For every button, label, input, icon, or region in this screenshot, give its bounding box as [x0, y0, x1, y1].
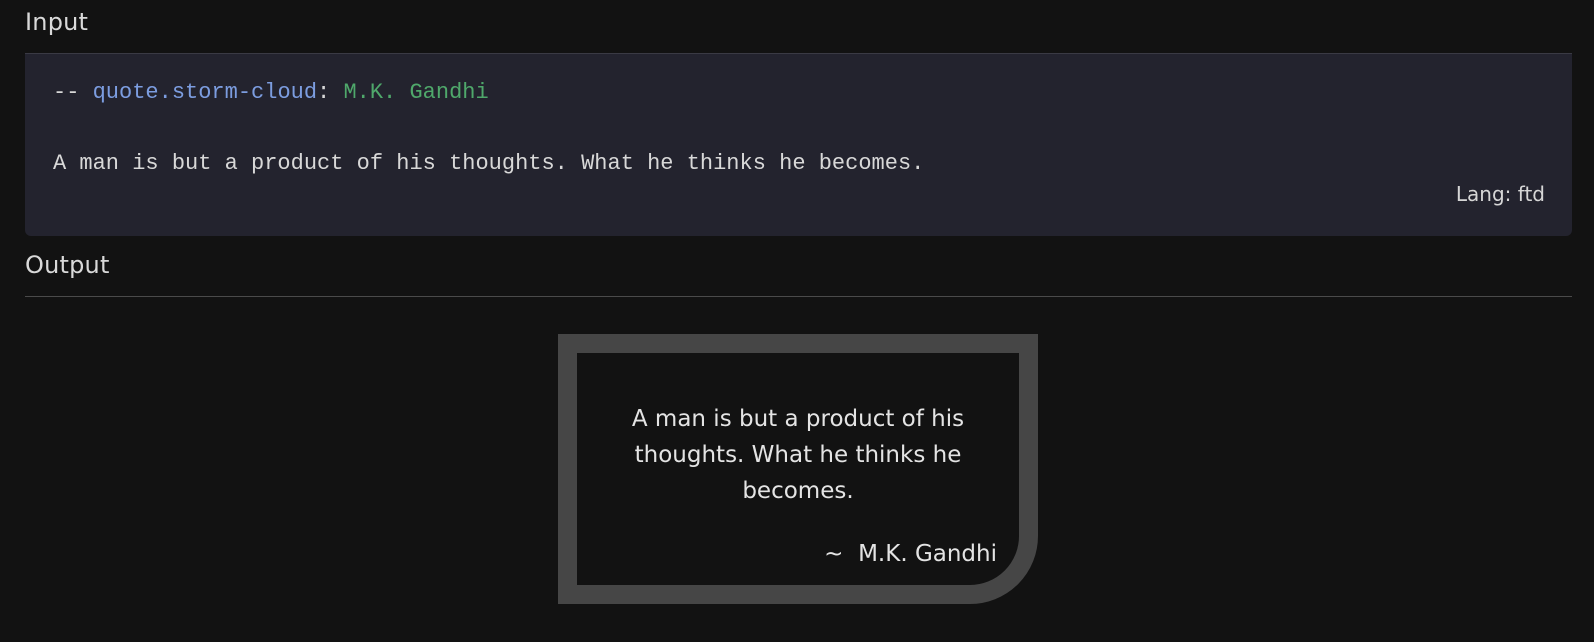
quote-attribution: ~ M.K. Gandhi [824, 541, 997, 567]
code-colon: : [317, 80, 344, 105]
quote-text: A man is but a product of his thoughts. … [631, 406, 965, 504]
quote-card: A man is but a product of his thoughts. … [558, 334, 1038, 604]
code-component-key: quote.storm-cloud [92, 80, 318, 105]
code-component-value: M.K. Gandhi [343, 80, 489, 105]
code-block: -- quote.storm-cloud: M.K. Gandhi A man … [25, 53, 1572, 236]
quote-tilde: ~ [824, 541, 859, 567]
code-dash: -- [53, 80, 93, 105]
code-body-line: A man is but a product of his thoughts. … [53, 151, 925, 176]
input-section-label: Input [25, 8, 89, 36]
output-divider [25, 296, 1572, 297]
language-tag: Lang: ftd [1455, 182, 1545, 206]
code-header-line: -- quote.storm-cloud: M.K. Gandhi [53, 80, 489, 105]
quote-author: M.K. Gandhi [858, 541, 997, 567]
output-section-label: Output [25, 251, 110, 279]
